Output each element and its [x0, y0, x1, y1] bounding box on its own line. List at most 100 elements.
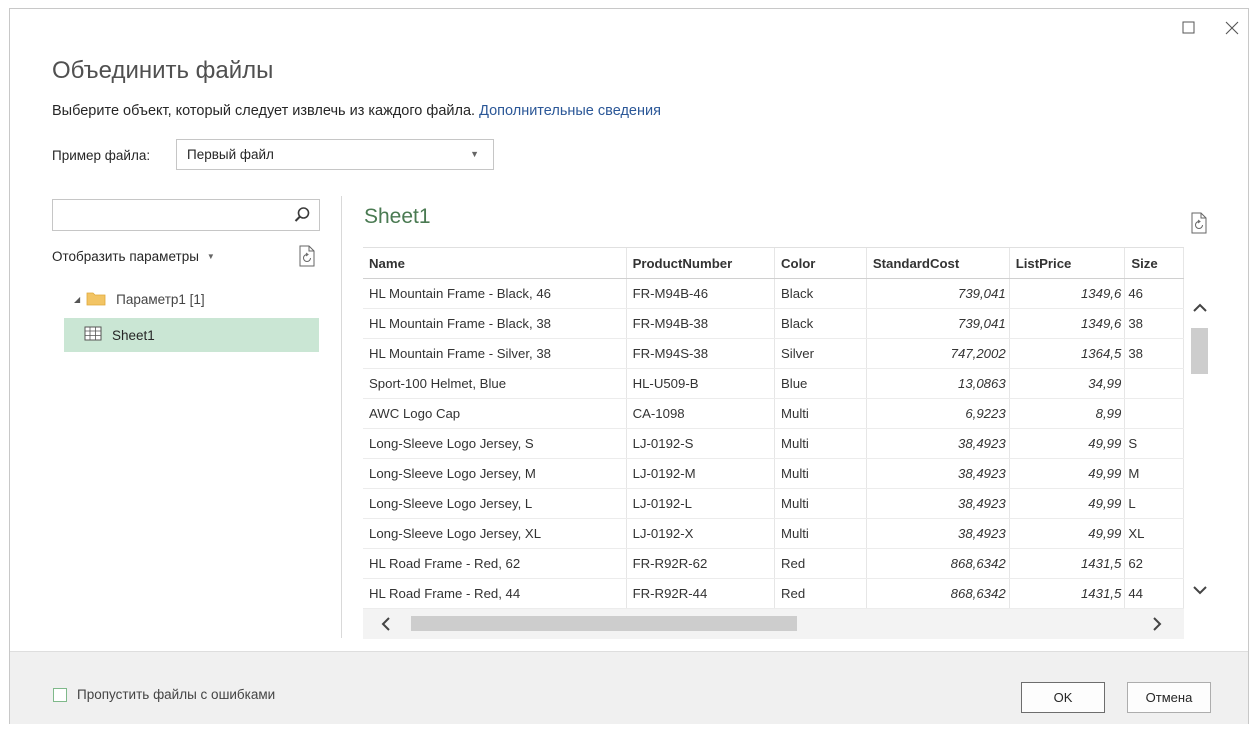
table-cell: FR-R92R-44 [626, 578, 776, 609]
column-header[interactable]: Color [774, 248, 867, 279]
refresh-icon[interactable] [297, 245, 317, 267]
table-cell: XL [1124, 518, 1184, 549]
table-cell: CA-1098 [626, 398, 776, 429]
table-cell: 1349,6 [1009, 308, 1126, 339]
column-header[interactable]: Size [1124, 248, 1184, 279]
table-cell: Long-Sleeve Logo Jersey, M [363, 458, 627, 489]
table-cell: 6,9223 [866, 398, 1010, 429]
table-row[interactable]: Long-Sleeve Logo Jersey, XL LJ-0192-X Mult… [363, 518, 1184, 549]
table-cell: 62 [1124, 548, 1184, 579]
table-cell: Sport-100 Helmet, Blue [363, 368, 627, 399]
table-row[interactable]: HL Mountain Frame - Black, 38 FR-M94B-38 B… [363, 308, 1184, 339]
table-cell: 38,4923 [866, 488, 1010, 519]
table-row[interactable]: Long-Sleeve Logo Jersey, S LJ-0192-S Multi… [363, 428, 1184, 459]
preview-refresh-icon[interactable] [1189, 211, 1209, 235]
expand-triangle-icon[interactable]: ◢ [74, 295, 80, 304]
display-options-dropdown[interactable]: Отобразить параметры ▼ [52, 249, 215, 264]
column-header[interactable]: ListPrice [1009, 248, 1126, 279]
table-row[interactable]: HL Road Frame - Red, 62 FR-R92R-62 Red 868,… [363, 548, 1184, 579]
table-cell: 49,99 [1009, 458, 1126, 489]
table-row[interactable]: Sport-100 Helmet, Blue HL-U509-B Blue 13,08… [363, 368, 1184, 399]
search-icon[interactable] [293, 206, 311, 224]
table-row[interactable]: HL Road Frame - Red, 44 FR-R92R-44 Red 868,… [363, 578, 1184, 609]
table-cell [1124, 398, 1184, 429]
table-cell: 747,2002 [866, 338, 1010, 369]
table-cell: Black [774, 278, 867, 309]
tree-item-sheet1[interactable]: Sheet1 [64, 318, 319, 352]
table-cell: LJ-0192-L [626, 488, 776, 519]
sheet-label: Sheet1 [112, 327, 155, 343]
skip-errors-checkbox[interactable]: Пропустить файлы с ошибками [53, 687, 275, 702]
table-row[interactable]: HL Mountain Frame - Silver, 38 FR-M94S-38… [363, 338, 1184, 369]
folder-label: Параметр1 [1] [116, 291, 205, 307]
search-input[interactable] [59, 205, 283, 227]
scroll-down-icon[interactable] [1192, 582, 1208, 600]
table-cell: Multi [774, 458, 867, 489]
close-icon[interactable] [1224, 20, 1240, 36]
table-row[interactable]: Long-Sleeve Logo Jersey, L LJ-0192-L Multi… [363, 488, 1184, 519]
table-cell: HL Mountain Frame - Black, 38 [363, 308, 627, 339]
table-cell: 38 [1124, 308, 1184, 339]
table-cell: Black [774, 308, 867, 339]
vertical-scroll-thumb[interactable] [1191, 328, 1208, 374]
maximize-icon[interactable] [1181, 20, 1197, 36]
horizontal-scrollbar[interactable] [363, 609, 1184, 639]
table-cell: FR-M94S-38 [626, 338, 776, 369]
scroll-right-icon[interactable] [1152, 616, 1162, 637]
scroll-up-icon[interactable] [1192, 300, 1208, 318]
learn-more-link[interactable]: Дополнительные сведения [479, 103, 661, 119]
sample-file-value: Первый файл [187, 147, 274, 162]
scroll-left-icon[interactable] [381, 616, 391, 637]
subtitle-text: Выберите объект, который следует извлечь… [52, 103, 476, 119]
table-cell: 38,4923 [866, 428, 1010, 459]
table-row[interactable]: Long-Sleeve Logo Jersey, M LJ-0192-M Multi… [363, 458, 1184, 489]
table-cell: 739,041 [866, 278, 1010, 309]
table-cell: Red [774, 578, 867, 609]
dialog-title: Объединить файлы [52, 57, 274, 84]
sample-file-dropdown[interactable]: Первый файл ▼ [176, 139, 494, 170]
table-cell: 38 [1124, 338, 1184, 369]
table-cell: Multi [774, 398, 867, 429]
table-cell: HL Mountain Frame - Silver, 38 [363, 338, 627, 369]
navigator-search-box [52, 199, 320, 231]
table-cell: 46 [1124, 278, 1184, 309]
ok-button[interactable]: OK [1021, 682, 1105, 713]
column-header[interactable]: StandardCost [866, 248, 1010, 279]
column-header[interactable]: ProductNumber [626, 248, 776, 279]
checkbox-box[interactable] [53, 687, 67, 702]
table-cell [1124, 368, 1184, 399]
table-cell: 1431,5 [1009, 548, 1126, 579]
table-cell: Red [774, 548, 867, 579]
caret-down-icon: ▼ [206, 252, 215, 261]
dialog-footer: Пропустить файлы с ошибками OK Отмена [10, 651, 1248, 724]
table-cell: 44 [1124, 578, 1184, 609]
table-cell: LJ-0192-M [626, 458, 776, 489]
display-options-label: Отобразить параметры [52, 249, 199, 264]
table-cell: 34,99 [1009, 368, 1126, 399]
table-cell: Multi [774, 518, 867, 549]
table-cell: M [1124, 458, 1184, 489]
table-cell: HL Road Frame - Red, 62 [363, 548, 627, 579]
table-cell: 38,4923 [866, 458, 1010, 489]
table-cell: 49,99 [1009, 428, 1126, 459]
table-row[interactable]: HL Mountain Frame - Black, 46 FR-M94B-46 B… [363, 278, 1184, 309]
preview-table-container: Name ProductNumber Color StandardCost Li… [363, 247, 1184, 609]
tree-folder-parameter[interactable]: ◢ Параметр1 [1] [74, 288, 205, 310]
chevron-down-icon: ▼ [470, 149, 479, 159]
table-cell: LJ-0192-X [626, 518, 776, 549]
table-icon [84, 326, 102, 344]
table-row[interactable]: AWC Logo Cap CA-1098 Multi 6,9223 8,99 [363, 398, 1184, 429]
table-cell: 739,041 [866, 308, 1010, 339]
column-header[interactable]: Name [363, 248, 627, 279]
table-cell: FR-R92R-62 [626, 548, 776, 579]
cancel-button[interactable]: Отмена [1127, 682, 1211, 713]
horizontal-scroll-thumb[interactable] [411, 616, 797, 631]
table-cell: 38,4923 [866, 518, 1010, 549]
table-cell: 868,6342 [866, 548, 1010, 579]
preview-title: Sheet1 [364, 205, 431, 228]
folder-icon [86, 290, 106, 309]
table-cell: 1349,6 [1009, 278, 1126, 309]
vertical-scrollbar[interactable] [1188, 280, 1212, 610]
table-cell: 49,99 [1009, 518, 1126, 549]
table-cell: Long-Sleeve Logo Jersey, L [363, 488, 627, 519]
